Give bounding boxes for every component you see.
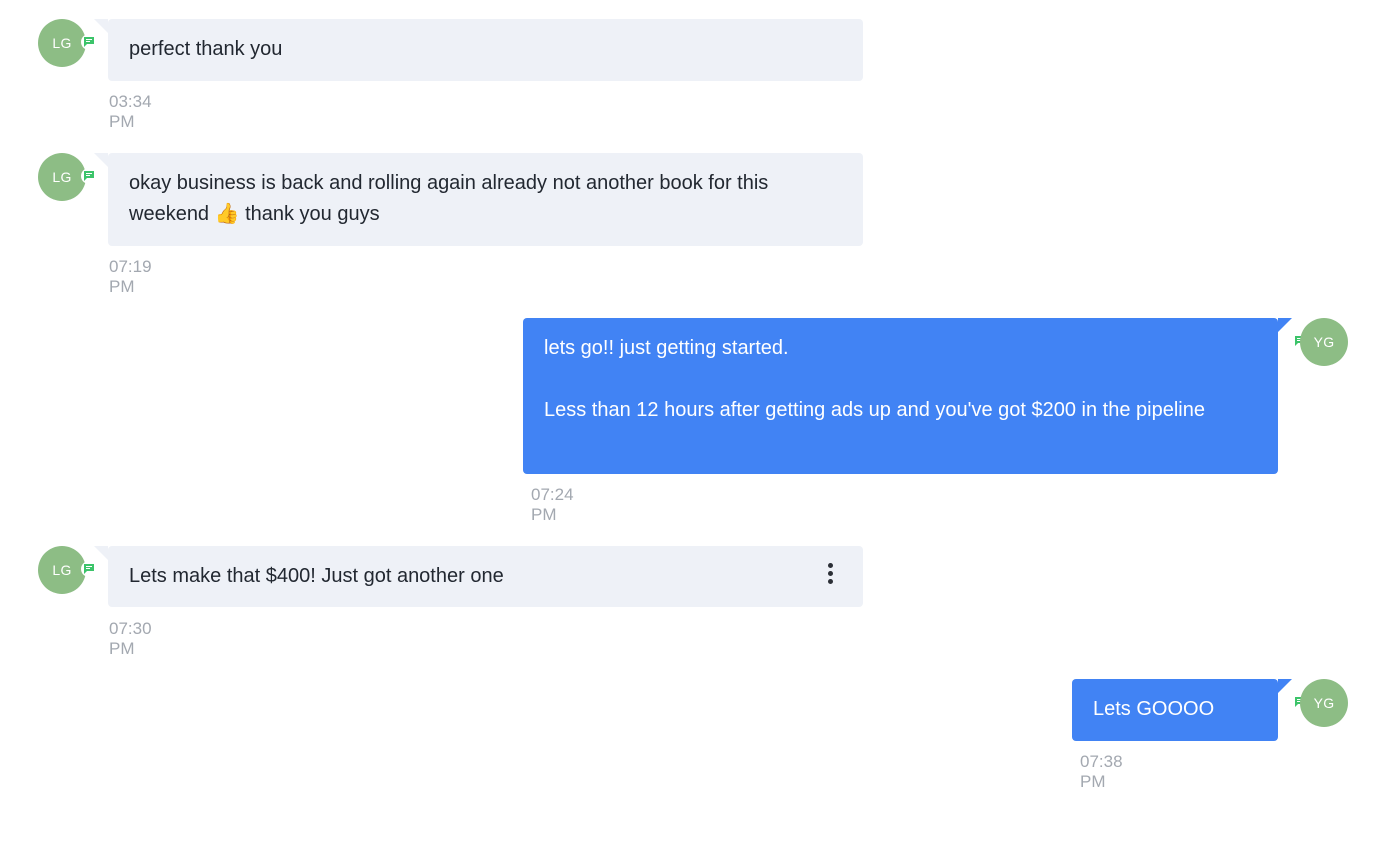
sms-badge-icon [81, 561, 97, 577]
bubble-tail [94, 546, 108, 560]
message-bubble[interactable]: perfect thank you [108, 19, 863, 81]
message-timestamp: 07:19 PM [109, 257, 152, 296]
avatar-initials: LG [52, 562, 72, 578]
message-timestamp: 07:38 PM [1080, 752, 1123, 791]
message-menu-icon[interactable] [820, 559, 840, 587]
avatar-initials: LG [52, 35, 72, 51]
message-timestamp: 07:24 PM [531, 485, 574, 524]
bubble-tail [94, 19, 108, 33]
message-timestamp: 03:34 PM [109, 92, 152, 131]
bubble-tail [1278, 679, 1292, 693]
sms-badge-icon [81, 34, 97, 50]
bubble-tail [94, 153, 108, 167]
message-text: lets go!! just getting started. Less tha… [544, 337, 1205, 421]
avatar[interactable]: LG [38, 153, 86, 201]
avatar[interactable]: YG [1300, 679, 1348, 727]
message-text: okay business is back and rolling again … [129, 172, 769, 225]
avatar-initials: YG [1313, 695, 1335, 711]
message-text: perfect thank you [129, 38, 283, 60]
message-bubble[interactable]: lets go!! just getting started. Less tha… [523, 318, 1278, 474]
avatar[interactable]: LG [38, 546, 86, 594]
bubble-tail [1278, 318, 1292, 332]
message-text: Lets make that $400! Just got another on… [129, 565, 504, 587]
avatar[interactable]: LG [38, 19, 86, 67]
message-bubble[interactable]: okay business is back and rolling again … [108, 153, 863, 246]
message-bubble[interactable]: Lets make that $400! Just got another on… [108, 546, 863, 607]
sms-badge-icon [81, 168, 97, 184]
message-bubble[interactable]: Lets GOOOO [1072, 679, 1278, 741]
avatar-initials: YG [1313, 334, 1335, 350]
avatar-initials: LG [52, 169, 72, 185]
avatar[interactable]: YG [1300, 318, 1348, 366]
message-text: Lets GOOOO [1093, 698, 1215, 720]
message-timestamp: 07:30 PM [109, 619, 152, 658]
